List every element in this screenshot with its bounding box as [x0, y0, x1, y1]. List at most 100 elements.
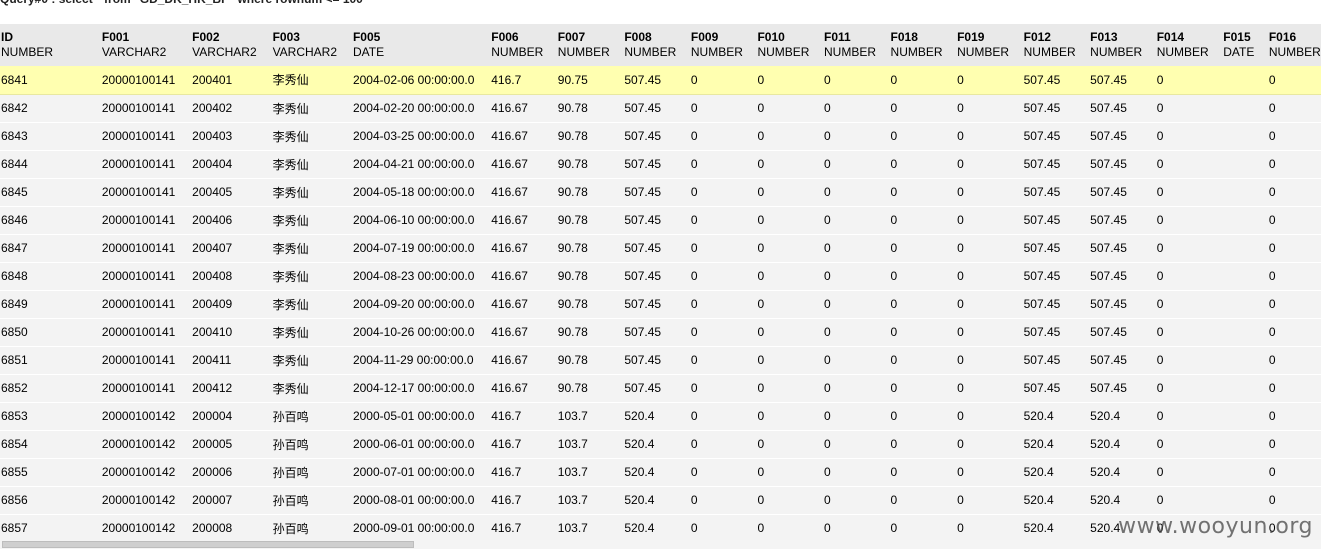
column-header-f011[interactable]: F011 NUMBER [823, 24, 890, 66]
cell-f014[interactable]: 0 [1155, 66, 1223, 95]
cell-f019[interactable]: 0 [956, 486, 1023, 515]
cell-f009[interactable]: 0 [689, 318, 757, 347]
cell-f012[interactable]: 507.45 [1022, 318, 1090, 347]
table-row[interactable]: 6847 20000100141 200407 李秀仙 2004-07-19 00:00… [0, 234, 1321, 263]
cell-f019[interactable]: 0 [956, 458, 1023, 487]
cell-f005[interactable]: 2004-10-26 00:00:00.0 [351, 318, 491, 347]
cell-f011[interactable]: 0 [822, 66, 890, 95]
cell-f003[interactable]: 孙百鸣 [271, 486, 352, 515]
cell-f007[interactable]: 90.78 [556, 262, 624, 291]
cell-f011[interactable]: 0 [822, 178, 890, 207]
cell-f008[interactable]: 520.4 [623, 430, 690, 459]
cell-f018[interactable]: 0 [889, 458, 957, 487]
cell-f012[interactable]: 507.45 [1022, 94, 1090, 123]
cell-f007[interactable]: 90.78 [556, 374, 624, 403]
cell-f014[interactable]: 0 [1155, 206, 1223, 235]
cell-f010[interactable]: 0 [756, 486, 823, 515]
cell-f018[interactable]: 0 [889, 66, 957, 95]
cell-f001[interactable]: 20000100142 [100, 402, 192, 431]
cell-f002[interactable]: 200409 [191, 290, 272, 319]
cell-f018[interactable]: 0 [889, 402, 957, 431]
cell-f014[interactable]: 0 [1155, 346, 1223, 375]
cell-f008[interactable]: 507.45 [623, 66, 690, 95]
table-row[interactable]: 6850 20000100141 200410 李秀仙 2004-10-26 00:00… [0, 318, 1321, 347]
column-header-f001[interactable]: F001 VARCHAR2 [101, 24, 191, 66]
cell-f011[interactable]: 0 [822, 122, 890, 151]
table-row[interactable]: 6854 20000100142 200005 孙百鸣 2000-06-01 00:00… [0, 430, 1321, 459]
cell-f005[interactable]: 2004-07-19 00:00:00.0 [351, 234, 491, 263]
cell-f013[interactable]: 520.4 [1089, 486, 1156, 515]
cell-f007[interactable]: 103.7 [556, 402, 624, 431]
cell-f010[interactable]: 0 [756, 122, 823, 151]
column-header-f009[interactable]: F009 NUMBER [690, 24, 757, 66]
cell-f008[interactable]: 507.45 [623, 318, 690, 347]
cell-f016[interactable]: 0 [1267, 486, 1321, 515]
cell-f001[interactable]: 20000100142 [100, 458, 192, 487]
cell-f016[interactable]: 0 [1267, 290, 1321, 319]
cell-f015[interactable] [1222, 94, 1268, 123]
cell-f016[interactable]: 0 [1267, 346, 1321, 375]
cell-f011[interactable]: 0 [822, 262, 890, 291]
column-header-f012[interactable]: F012 NUMBER [1023, 24, 1090, 66]
table-row[interactable]: 6845 20000100141 200405 李秀仙 2004-05-18 00:00… [0, 178, 1321, 207]
cell-f010[interactable]: 0 [756, 514, 823, 543]
cell-f013[interactable]: 520.4 [1089, 430, 1156, 459]
cell-f003[interactable]: 孙百鸣 [271, 402, 352, 431]
cell-f018[interactable]: 0 [889, 430, 957, 459]
cell-f003[interactable]: 李秀仙 [271, 66, 352, 95]
cell-f001[interactable]: 20000100141 [100, 346, 192, 375]
column-header-f002[interactable]: F002 VARCHAR2 [191, 24, 271, 66]
cell-f006[interactable]: 416.7 [490, 66, 557, 95]
cell-f003[interactable]: 李秀仙 [271, 318, 352, 347]
cell-f016[interactable]: 0 [1267, 458, 1321, 487]
cell-f014[interactable]: 0 [1155, 262, 1223, 291]
cell-f016[interactable]: 0 [1267, 94, 1321, 123]
cell-id[interactable]: 6848 [0, 262, 101, 291]
cell-f010[interactable]: 0 [756, 94, 823, 123]
cell-f014[interactable]: 0 [1155, 430, 1223, 459]
cell-f009[interactable]: 0 [689, 234, 757, 263]
cell-f015[interactable] [1222, 150, 1268, 179]
cell-f002[interactable]: 200408 [191, 262, 272, 291]
cell-f003[interactable]: 李秀仙 [271, 234, 352, 263]
cell-f007[interactable]: 90.78 [556, 178, 624, 207]
cell-f015[interactable] [1222, 122, 1268, 151]
cell-f006[interactable]: 416.67 [490, 318, 557, 347]
column-header-f006[interactable]: F006 NUMBER [490, 24, 557, 66]
cell-f002[interactable]: 200406 [191, 206, 272, 235]
cell-f009[interactable]: 0 [689, 290, 757, 319]
cell-f015[interactable] [1222, 262, 1268, 291]
cell-f008[interactable]: 507.45 [623, 94, 690, 123]
cell-f015[interactable] [1222, 318, 1268, 347]
cell-f010[interactable]: 0 [756, 206, 823, 235]
cell-id[interactable]: 6841 [0, 66, 101, 95]
cell-f002[interactable]: 200401 [191, 66, 272, 95]
column-header-f008[interactable]: F008 NUMBER [623, 24, 690, 66]
cell-f003[interactable]: 李秀仙 [271, 122, 352, 151]
cell-f011[interactable]: 0 [822, 486, 890, 515]
cell-f016[interactable]: 0 [1267, 178, 1321, 207]
cell-f014[interactable]: 0 [1155, 94, 1223, 123]
table-row[interactable]: 6849 20000100141 200409 李秀仙 2004-09-20 00:00… [0, 290, 1321, 319]
cell-f018[interactable]: 0 [889, 318, 957, 347]
cell-f006[interactable]: 416.7 [490, 514, 557, 543]
cell-f008[interactable]: 507.45 [623, 290, 690, 319]
cell-f005[interactable]: 2000-09-01 00:00:00.0 [351, 514, 491, 543]
column-header-f019[interactable]: F019 NUMBER [956, 24, 1023, 66]
column-header-id[interactable]: ID NUMBER [0, 24, 101, 66]
cell-f019[interactable]: 0 [956, 94, 1023, 123]
cell-f002[interactable]: 200412 [191, 374, 272, 403]
cell-f011[interactable]: 0 [822, 430, 890, 459]
cell-f001[interactable]: 20000100141 [100, 66, 192, 95]
cell-id[interactable]: 6843 [0, 122, 101, 151]
cell-f019[interactable]: 0 [956, 262, 1023, 291]
column-header-f015[interactable]: F015 DATE [1222, 24, 1268, 66]
cell-f006[interactable]: 416.7 [490, 402, 557, 431]
cell-f006[interactable]: 416.67 [490, 206, 557, 235]
column-header-f010[interactable]: F010 NUMBER [756, 24, 823, 66]
cell-id[interactable]: 6852 [0, 374, 101, 403]
cell-f011[interactable]: 0 [822, 94, 890, 123]
cell-f008[interactable]: 507.45 [623, 234, 690, 263]
cell-f002[interactable]: 200007 [191, 486, 272, 515]
cell-f005[interactable]: 2004-03-25 00:00:00.0 [351, 122, 491, 151]
